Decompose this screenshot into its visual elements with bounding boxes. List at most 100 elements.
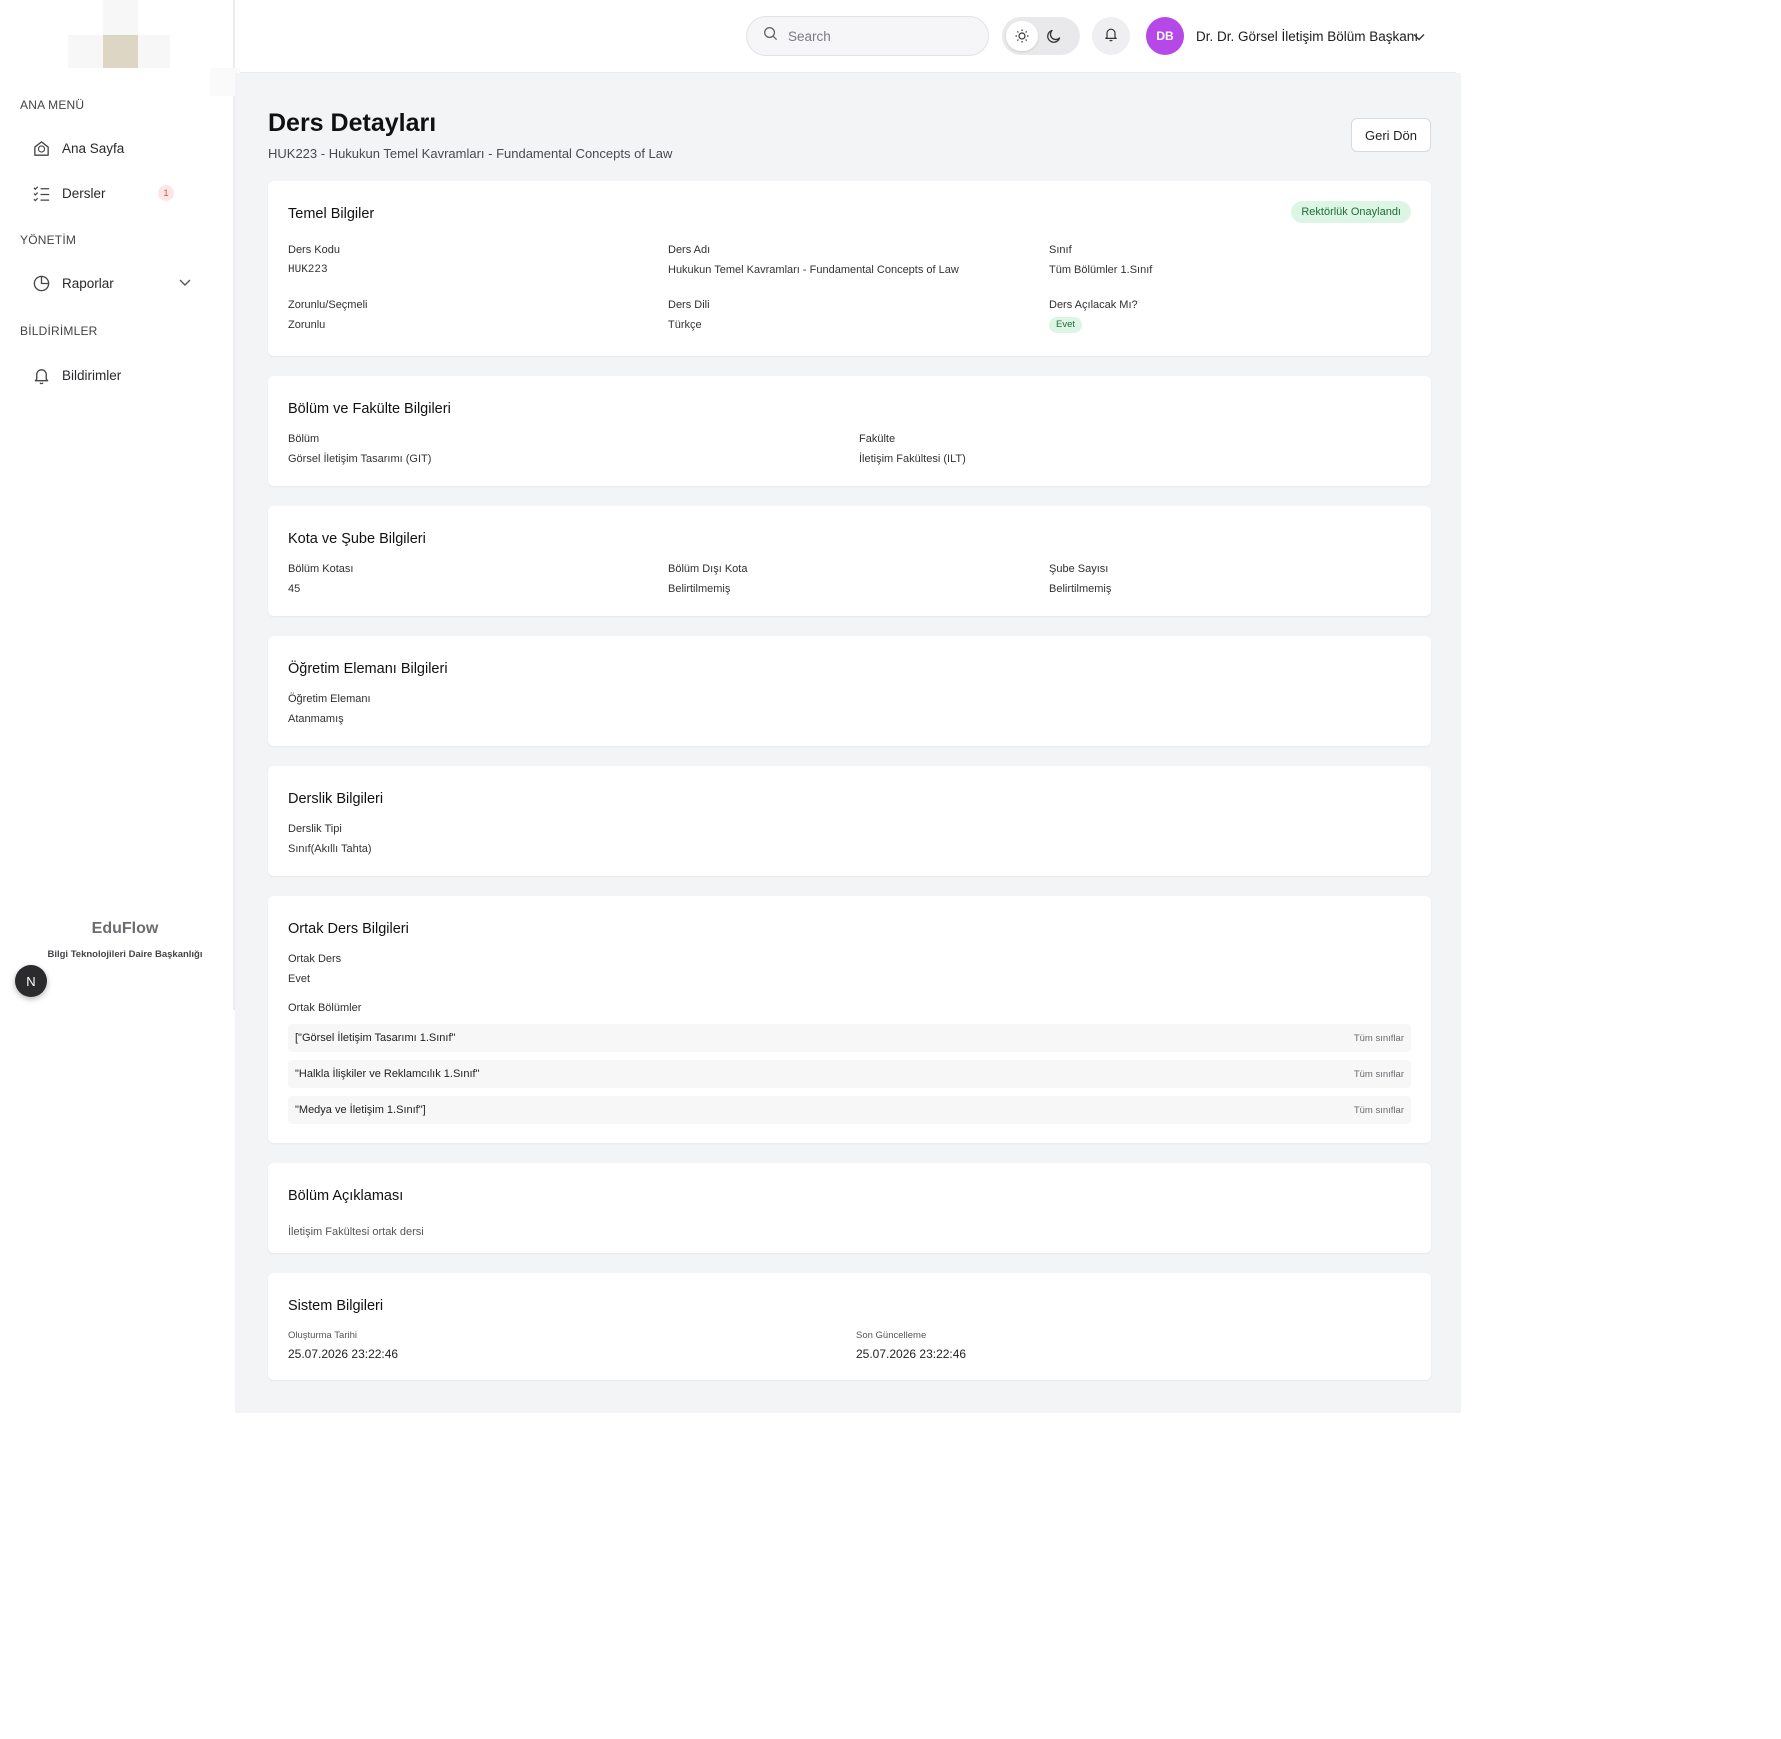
- sun-icon[interactable]: [1006, 21, 1038, 51]
- field-label: Fakülte: [859, 433, 896, 445]
- field-value: Tüm Bölümler 1.Sınıf: [1049, 264, 1153, 276]
- field-label: Bölüm Kotası: [288, 563, 354, 575]
- card-title: Derslik Bilgileri: [288, 791, 384, 807]
- home-icon: [30, 137, 52, 159]
- field-faculty: Fakülte İletişim Fakültesi (ILT): [859, 433, 966, 465]
- field-label: Öğretim Elemanı: [288, 693, 371, 705]
- n-badge-button[interactable]: N: [15, 965, 47, 997]
- bell-icon: [1103, 26, 1119, 47]
- field-classroom-type: Derslik Tipi Sınıf(Akıllı Tahta): [288, 823, 372, 855]
- section-yonetim: YÖNETİM: [20, 233, 77, 247]
- field-label: Ders Adı: [668, 244, 711, 256]
- field-label: Ortak Ders: [288, 953, 342, 965]
- avatar[interactable]: DB: [1146, 17, 1184, 55]
- checklist-icon: [30, 182, 52, 204]
- sidebar-item-bildirimler[interactable]: Bildirimler: [20, 357, 212, 393]
- instructor-card: Öğretim Elemanı Bilgileri Öğretim Eleman…: [268, 636, 1431, 746]
- field-language: Ders Dili Türkçe: [668, 299, 710, 331]
- card-title: Sistem Bilgileri: [288, 1298, 384, 1314]
- user-name[interactable]: Dr. Dr. Görsel İletişim Bölüm Başkanı: [1196, 29, 1418, 44]
- field-label: Bölüm Dışı Kota: [668, 563, 748, 575]
- field-value: İletişim Fakültesi (ILT): [859, 453, 966, 465]
- theme-toggle[interactable]: [1002, 17, 1080, 55]
- field-instructor: Öğretim Elemanı Atanmamış: [288, 693, 371, 725]
- sidebar-item-label: Bildirimler: [62, 367, 122, 383]
- field-label: Son Güncelleme: [856, 1330, 927, 1341]
- field-label: Bölüm: [288, 433, 320, 445]
- field-type: Zorunlu/Seçmeli Zorunlu: [288, 299, 367, 331]
- field-value: Zorunlu: [288, 319, 326, 331]
- section-ana-menu: ANA MENÜ: [20, 98, 85, 112]
- sidebar-item-ana-sayfa[interactable]: Ana Sayfa: [20, 130, 212, 166]
- department-card: Bölüm ve Fakülte Bilgileri Bölüm Görsel …: [268, 376, 1431, 486]
- field-value: Evet: [288, 973, 311, 985]
- pie-chart-icon: [30, 272, 52, 294]
- department-name: ["Görsel İletişim Tasarımı 1.Sınıf": [295, 1032, 456, 1044]
- brand-subtitle: Bilgi Teknolojileri Daire Başkanlığı: [47, 949, 203, 960]
- page-title: Ders Detayları: [268, 109, 437, 137]
- sidebar-item-label: Dersler: [62, 185, 106, 201]
- status-badge: Rektörlük Onaylandı: [1291, 201, 1411, 223]
- card-title: Ortak Ders Bilgileri: [288, 921, 409, 937]
- brand-name: EduFlow: [91, 920, 159, 937]
- chevron-down-icon[interactable]: [178, 275, 192, 294]
- section-bildirimler: BİLDİRİMLER: [20, 324, 98, 338]
- field-value: Atanmamış: [288, 713, 344, 725]
- search-icon: [763, 26, 778, 46]
- list-item: "Medya ve İletişim 1.Sınıf"] Tüm sınıfla…: [288, 1096, 1411, 1124]
- field-label: Ders Açılacak Mı?: [1049, 299, 1138, 311]
- common-course-card: Ortak Ders Bilgileri Ortak Ders Evet Ort…: [268, 896, 1431, 1143]
- field-will-open: Ders Açılacak Mı? Evet: [1049, 299, 1138, 333]
- list-item: "Halkla İlişkiler ve Reklamcılık 1.Sınıf…: [288, 1060, 1411, 1088]
- basic-info-card: Temel Bilgiler Rektörlük Onaylandı Ders …: [268, 181, 1431, 356]
- field-course-code: Ders Kodu HUK223: [288, 244, 340, 276]
- quota-card: Kota ve Şube Bilgileri Bölüm Kotası 45 B…: [268, 506, 1431, 616]
- list-item: ["Görsel İletişim Tasarımı 1.Sınıf" Tüm …: [288, 1024, 1411, 1052]
- top-header: DB Dr. Dr. Görsel İletişim Bölüm Başkanı: [240, 0, 1456, 73]
- field-department-quota: Bölüm Kotası 45: [288, 563, 353, 595]
- field-value: Belirtilmemiş: [1049, 583, 1112, 595]
- field-value: HUK223: [288, 264, 328, 276]
- search-box[interactable]: [746, 16, 989, 56]
- search-input[interactable]: [788, 28, 958, 44]
- field-common-departments: Ortak Bölümler: [288, 1002, 361, 1014]
- department-scope: Tüm sınıflar: [1353, 1032, 1404, 1044]
- field-value: Hukukun Temel Kavramları - Fundamental C…: [668, 264, 959, 276]
- logo: [0, 0, 240, 96]
- card-title: Öğretim Elemanı Bilgileri: [288, 661, 448, 677]
- bell-icon: [30, 364, 52, 386]
- field-class: Sınıf Tüm Bölümler 1.Sınıf: [1049, 244, 1152, 276]
- field-value: 25.07.2026 23:22:46: [856, 1347, 967, 1361]
- back-button[interactable]: Geri Dön: [1351, 118, 1431, 152]
- moon-icon[interactable]: [1038, 21, 1070, 51]
- field-label: Ders Dili: [668, 299, 710, 311]
- department-scope: Tüm sınıflar: [1353, 1104, 1404, 1116]
- status-badge: Evet: [1049, 317, 1083, 333]
- sidebar-item-dersler[interactable]: Dersler 1: [20, 175, 212, 211]
- field-outside-quota: Bölüm Dışı Kota Belirtilmemiş: [668, 563, 747, 595]
- card-title: Bölüm Açıklaması: [288, 1188, 404, 1204]
- sidebar-item-label: Ana Sayfa: [62, 140, 125, 156]
- system-info-card: Sistem Bilgileri Oluşturma Tarihi 25.07.…: [268, 1273, 1431, 1380]
- sidebar-item-label: Raporlar: [62, 275, 114, 291]
- card-title: Temel Bilgiler: [288, 206, 375, 222]
- classroom-card: Derslik Bilgileri Derslik Tipi Sınıf(Akı…: [268, 766, 1431, 876]
- card-title: Bölüm ve Fakülte Bilgileri: [288, 401, 451, 417]
- field-label: Ortak Bölümler: [288, 1002, 362, 1014]
- field-label: Ders Kodu: [288, 244, 340, 256]
- count-badge: 1: [158, 185, 174, 201]
- sidebar-item-raporlar[interactable]: Raporlar: [20, 265, 212, 301]
- notifications-button[interactable]: [1092, 17, 1130, 55]
- field-value: Sınıf(Akıllı Tahta): [288, 843, 372, 855]
- main-content: Ders Detayları HUK223 - Hukukun Temel Ka…: [235, 73, 1461, 1413]
- field-common-course: Ortak Ders Evet: [288, 953, 341, 985]
- field-value: 25.07.2026 23:22:46: [288, 1347, 399, 1361]
- field-branch-count: Şube Sayısı Belirtilmemiş: [1049, 563, 1111, 595]
- field-label: Şube Sayısı: [1049, 563, 1109, 575]
- brand-footer: EduFlow Bilgi Teknolojileri Daire Başkan…: [0, 920, 250, 960]
- field-updated-at: Son Güncelleme 25.07.2026 23:22:46: [856, 1330, 966, 1361]
- field-department: Bölüm Görsel İletişim Tasarımı (GIT): [288, 433, 431, 465]
- sidebar: ANA MENÜ Ana Sayfa Dersler 1 YÖNETİM Rap…: [0, 0, 240, 1010]
- description-card: Bölüm Açıklaması İletişim Fakültesi orta…: [268, 1163, 1431, 1253]
- chevron-down-icon[interactable]: [1412, 30, 1426, 49]
